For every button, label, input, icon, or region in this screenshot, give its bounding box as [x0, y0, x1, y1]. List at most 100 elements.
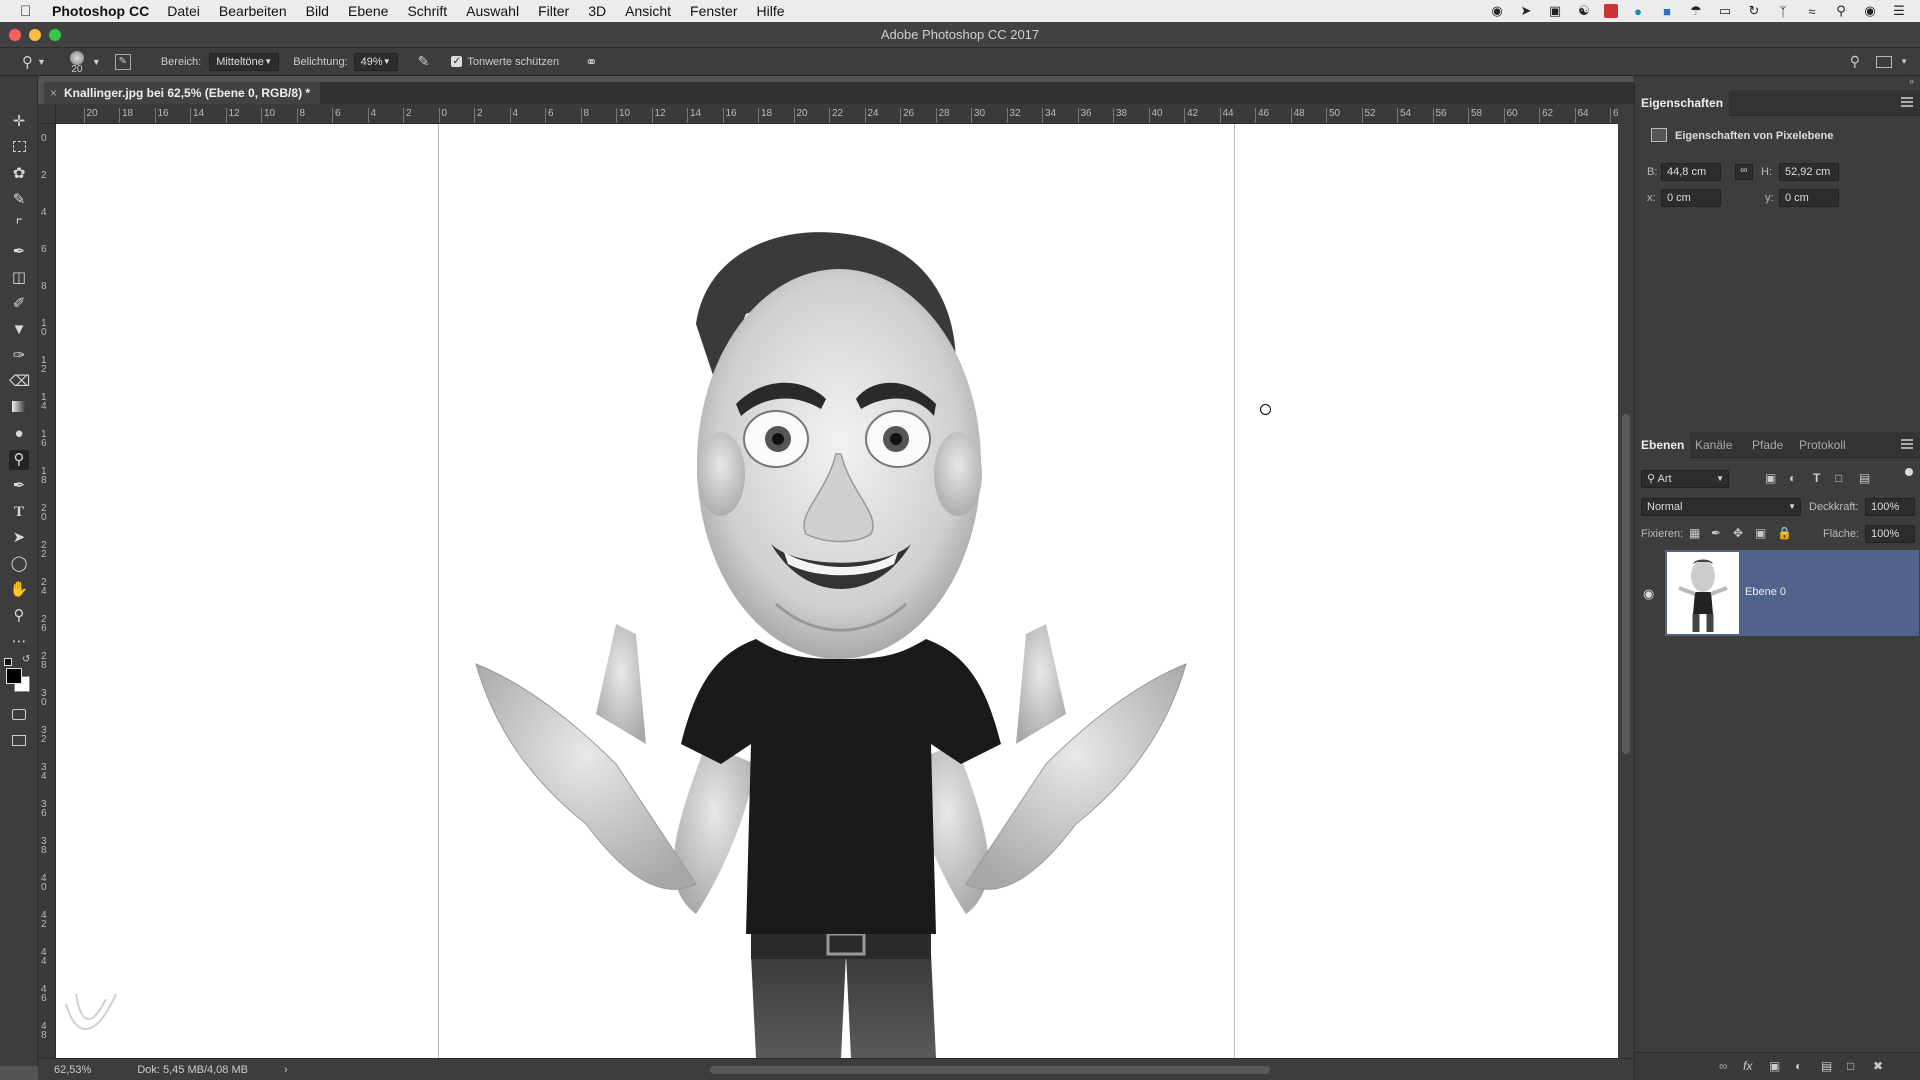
zoom-window-button[interactable]	[49, 29, 61, 41]
panel-menu-icon[interactable]	[1901, 439, 1913, 449]
time-machine-icon[interactable]: ↻	[1745, 3, 1763, 18]
quick-selection-tool-icon[interactable]: ✎	[9, 190, 29, 210]
healing-brush-tool-icon[interactable]: ◫	[9, 268, 29, 288]
tab-history[interactable]: Protokoll	[1799, 432, 1846, 458]
tab-properties[interactable]: Eigenschaften	[1635, 90, 1730, 116]
pen-tool-icon[interactable]: ✒	[9, 476, 29, 496]
panel-menu-icon[interactable]	[1901, 97, 1913, 107]
ruler-origin[interactable]	[38, 104, 56, 124]
filter-smart-object-icon[interactable]: ▤	[1859, 471, 1870, 485]
layer-row[interactable]: Ebene 0	[1665, 550, 1919, 636]
marquee-tool-icon[interactable]	[9, 138, 29, 158]
eyedropper-tool-icon[interactable]: ✒	[9, 242, 29, 262]
layer-filter-select[interactable]: ⚲ Art ▼	[1641, 470, 1729, 488]
filter-adjustment-icon[interactable]: ◐	[1789, 471, 1796, 485]
brush-panel-toggle-icon[interactable]: ✎	[114, 53, 131, 70]
vertical-scrollbar[interactable]	[1618, 104, 1634, 1058]
protect-tones-label[interactable]: Tonwerte schützen	[467, 56, 559, 68]
filter-type-icon[interactable]: T	[1813, 471, 1820, 485]
lock-transparent-icon[interactable]: ▦	[1689, 526, 1700, 540]
airplay-icon[interactable]: ▭	[1716, 3, 1734, 18]
apple-icon[interactable]: 	[20, 3, 40, 20]
brush-tool-icon[interactable]: ✐	[9, 294, 29, 314]
clone-stamp-tool-icon[interactable]: ▼	[9, 320, 29, 340]
menu-3d[interactable]: 3D	[588, 3, 606, 19]
tray-app-icon[interactable]: ■	[1658, 4, 1676, 19]
tab-paths[interactable]: Pfade	[1752, 432, 1783, 458]
y-field[interactable]: 0 cm	[1779, 189, 1839, 207]
layer-name[interactable]: Ebene 0	[1745, 586, 1786, 598]
lock-position-icon[interactable]: ✥	[1733, 526, 1743, 540]
blend-mode-select[interactable]: Normal ▼	[1641, 498, 1801, 516]
minimize-window-button[interactable]	[29, 29, 41, 41]
lock-all-icon[interactable]: 🔒	[1777, 526, 1792, 540]
tray-app-icon[interactable]	[1604, 4, 1618, 18]
sponge-tool-icon[interactable]: ⚲	[9, 450, 29, 470]
document-canvas[interactable]	[56, 124, 1618, 1058]
delete-layer-icon[interactable]: ✖	[1873, 1059, 1883, 1073]
new-group-icon[interactable]: ▤	[1821, 1059, 1832, 1073]
tray-app-icon[interactable]: ●	[1629, 4, 1647, 19]
tray-app-icon[interactable]: ☂	[1687, 3, 1705, 18]
airbrush-icon[interactable]: ✎	[418, 53, 430, 70]
swap-colors-icon[interactable]: ↺	[22, 654, 30, 665]
protect-tones-checkbox[interactable]: ✓	[451, 56, 463, 67]
status-menu-arrow[interactable]: ›	[284, 1064, 288, 1076]
menu-bild[interactable]: Bild	[306, 3, 329, 19]
screen-mode-icon[interactable]	[9, 732, 29, 752]
blur-tool-icon[interactable]: ●	[9, 424, 29, 444]
layer-style-icon[interactable]: fx	[1743, 1059, 1752, 1073]
menu-datei[interactable]: Datei	[167, 3, 200, 19]
default-colors-icon[interactable]	[4, 658, 12, 666]
menu-auswahl[interactable]: Auswahl	[466, 3, 519, 19]
opacity-field[interactable]: 100%	[1865, 498, 1915, 516]
lock-image-icon[interactable]: ✒	[1711, 526, 1721, 540]
vertical-ruler[interactable]: 0 2 4 6 8 1 0 1 2 1 4 1 6 1 8 2 0 2 2 2 4 2 6 2 8 3 0 3 …	[38, 124, 56, 1058]
workspace-icon[interactable]	[1876, 55, 1892, 68]
zoom-level[interactable]: 62,53%	[54, 1064, 91, 1076]
gradient-tool-icon[interactable]	[9, 398, 29, 418]
creative-cloud-icon[interactable]: ☯	[1575, 3, 1593, 18]
more-tools-icon[interactable]: ⋯	[9, 632, 29, 652]
chevron-down-icon[interactable]: ▼	[1900, 57, 1908, 66]
width-field[interactable]: 44,8 cm	[1661, 163, 1721, 181]
bluetooth-icon[interactable]: ᛉ	[1774, 4, 1792, 19]
adjustment-layer-icon[interactable]: ◐	[1795, 1059, 1802, 1073]
history-brush-tool-icon[interactable]: ✑	[9, 346, 29, 366]
record-icon[interactable]: ◉	[1488, 3, 1506, 18]
eraser-tool-icon[interactable]: ⌫	[9, 372, 30, 392]
ellipse-tool-icon[interactable]: ◯	[9, 554, 29, 574]
lasso-tool-icon[interactable]: ✿	[9, 164, 29, 184]
menu-app-name[interactable]: Photoshop CC	[52, 3, 149, 19]
link-layers-icon[interactable]: ∞	[1719, 1059, 1728, 1073]
siri-icon[interactable]: ◉	[1861, 3, 1879, 18]
tab-channels[interactable]: Kanäle	[1695, 432, 1732, 458]
wifi-icon[interactable]: ≈	[1803, 4, 1821, 19]
path-selection-tool-icon[interactable]: ➤	[9, 528, 29, 548]
filter-shape-icon[interactable]: □	[1835, 471, 1842, 485]
chevron-down-icon[interactable]: ▼	[383, 57, 391, 66]
move-tool-icon[interactable]: ✛	[9, 112, 29, 132]
brush-preset-picker[interactable]: 20	[66, 49, 88, 75]
document-tab[interactable]: × Knallinger.jpg bei 62,5% (Ebene 0, RGB…	[44, 82, 320, 104]
notification-center-icon[interactable]: ☰	[1890, 3, 1908, 18]
exposure-input[interactable]: 49% ▼	[353, 52, 398, 71]
close-window-button[interactable]	[9, 29, 21, 41]
new-layer-icon[interactable]: □	[1847, 1059, 1854, 1073]
menu-bearbeiten[interactable]: Bearbeiten	[219, 3, 287, 19]
crop-tool-icon[interactable]: ⌜	[9, 216, 29, 236]
hand-tool-icon[interactable]: ✋	[9, 580, 29, 600]
vertical-scroll-thumb[interactable]	[1622, 414, 1630, 754]
quick-mask-icon[interactable]	[9, 706, 29, 726]
fill-field[interactable]: 100%	[1865, 525, 1915, 543]
height-field[interactable]: 52,92 cm	[1779, 163, 1839, 181]
type-tool-icon[interactable]: T	[9, 502, 29, 522]
pressure-icon[interactable]: ⚭	[585, 53, 598, 71]
close-document-icon[interactable]: ×	[50, 82, 57, 104]
filter-toggle-icon[interactable]	[1905, 468, 1913, 476]
zoom-tool-icon[interactable]: ⚲	[9, 606, 29, 626]
tray-app-icon[interactable]: ➤	[1517, 3, 1535, 18]
tab-layers[interactable]: Ebenen	[1635, 432, 1691, 458]
chevron-down-icon[interactable]: ▼	[37, 57, 46, 67]
filter-pixel-icon[interactable]: ▣	[1765, 471, 1776, 485]
